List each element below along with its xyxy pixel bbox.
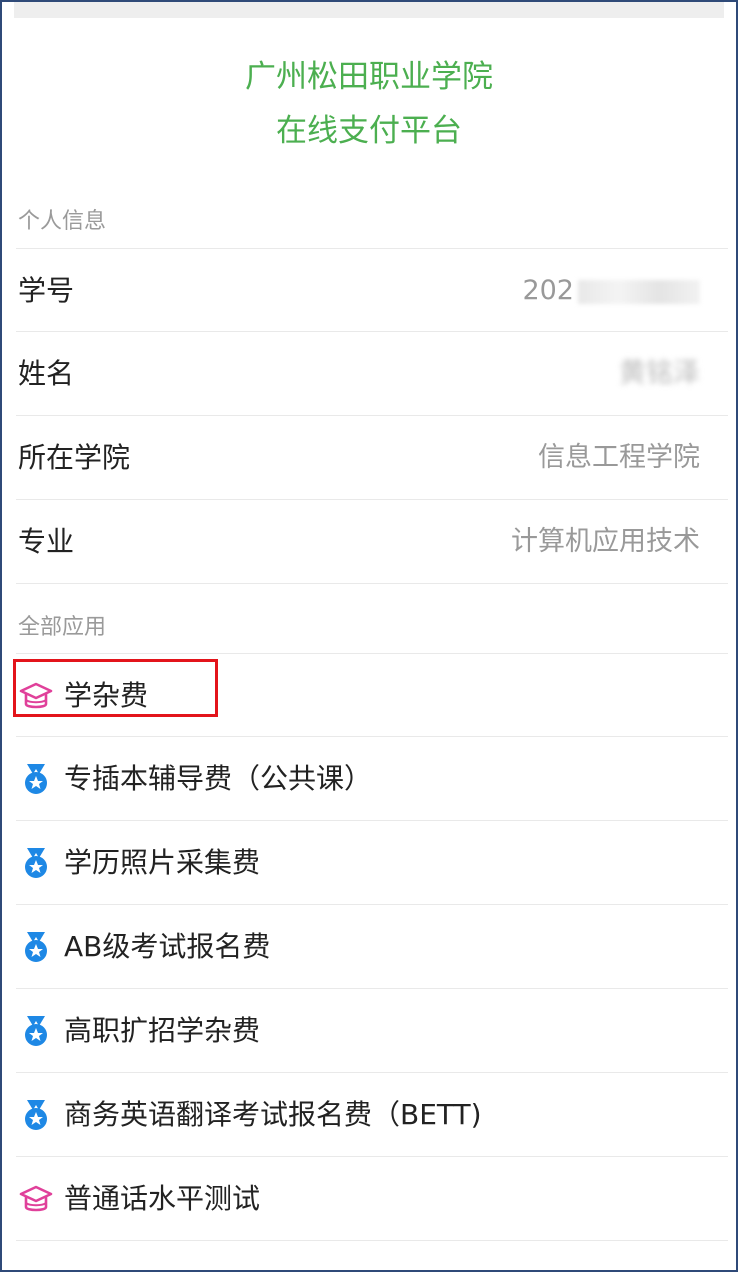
app-item-label: 学历照片采集费 (64, 846, 261, 879)
app-item-bett-exam[interactable]: 商务英语翻译考试报名费（BETT) (16, 1073, 728, 1157)
info-value: 计算机应用技术 (511, 526, 700, 557)
info-label: 姓名 (18, 357, 75, 390)
medal-icon (25, 848, 47, 878)
medal-icon (25, 932, 47, 962)
info-row-student-id: 学号 202 (16, 248, 728, 332)
info-row-name: 姓名 黄铭泽 (16, 332, 728, 416)
app-item-photo-fee[interactable]: 学历照片采集费 (16, 821, 728, 905)
info-row-college: 所在学院 信息工程学院 (16, 416, 728, 500)
medal-icon (25, 1100, 47, 1130)
graduation-cap-icon (19, 1185, 53, 1212)
info-label: 专业 (18, 525, 75, 558)
name-value: 黄铭泽 (619, 358, 700, 389)
app-item-expansion-tuition[interactable]: 高职扩招学杂费 (16, 989, 728, 1073)
app-item-ab-exam[interactable]: AB级考试报名费 (16, 905, 728, 989)
medal-icon (25, 1016, 47, 1046)
medal-icon (25, 764, 47, 794)
highlight-box (13, 659, 218, 717)
app-item-upgrade-tutoring[interactable]: 专插本辅导费（公共课） (16, 737, 728, 821)
info-label: 学号 (18, 274, 75, 307)
page-frame: 广州松田职业学院 在线支付平台 个人信息 学号 202 姓名 黄铭泽 所在学院 … (0, 0, 738, 1272)
student-id-value: 202 (522, 275, 574, 306)
app-item-label: 商务英语翻译考试报名费（BETT) (64, 1098, 482, 1131)
info-value: 信息工程学院 (538, 442, 700, 473)
info-value: 202 (522, 249, 700, 333)
section-title-apps: 全部应用 (18, 615, 107, 640)
app-item-mandarin-test[interactable]: 普通话水平测试 (16, 1157, 728, 1241)
app-item-label: 高职扩招学杂费 (64, 1014, 261, 1047)
info-row-major: 专业 计算机应用技术 (16, 500, 728, 584)
app-item-label: 专插本辅导费（公共课） (64, 762, 373, 795)
app-item-label: AB级考试报名费 (64, 930, 271, 963)
app-item-label: 普通话水平测试 (64, 1182, 261, 1215)
top-strip (14, 2, 724, 18)
page-header: 广州松田职业学院 在线支付平台 (2, 50, 736, 158)
info-label: 所在学院 (18, 441, 131, 474)
platform-name: 在线支付平台 (276, 113, 462, 149)
section-title-personal: 个人信息 (18, 209, 107, 234)
info-value: 黄铭泽 (619, 332, 700, 416)
school-name: 广州松田职业学院 (245, 59, 493, 95)
